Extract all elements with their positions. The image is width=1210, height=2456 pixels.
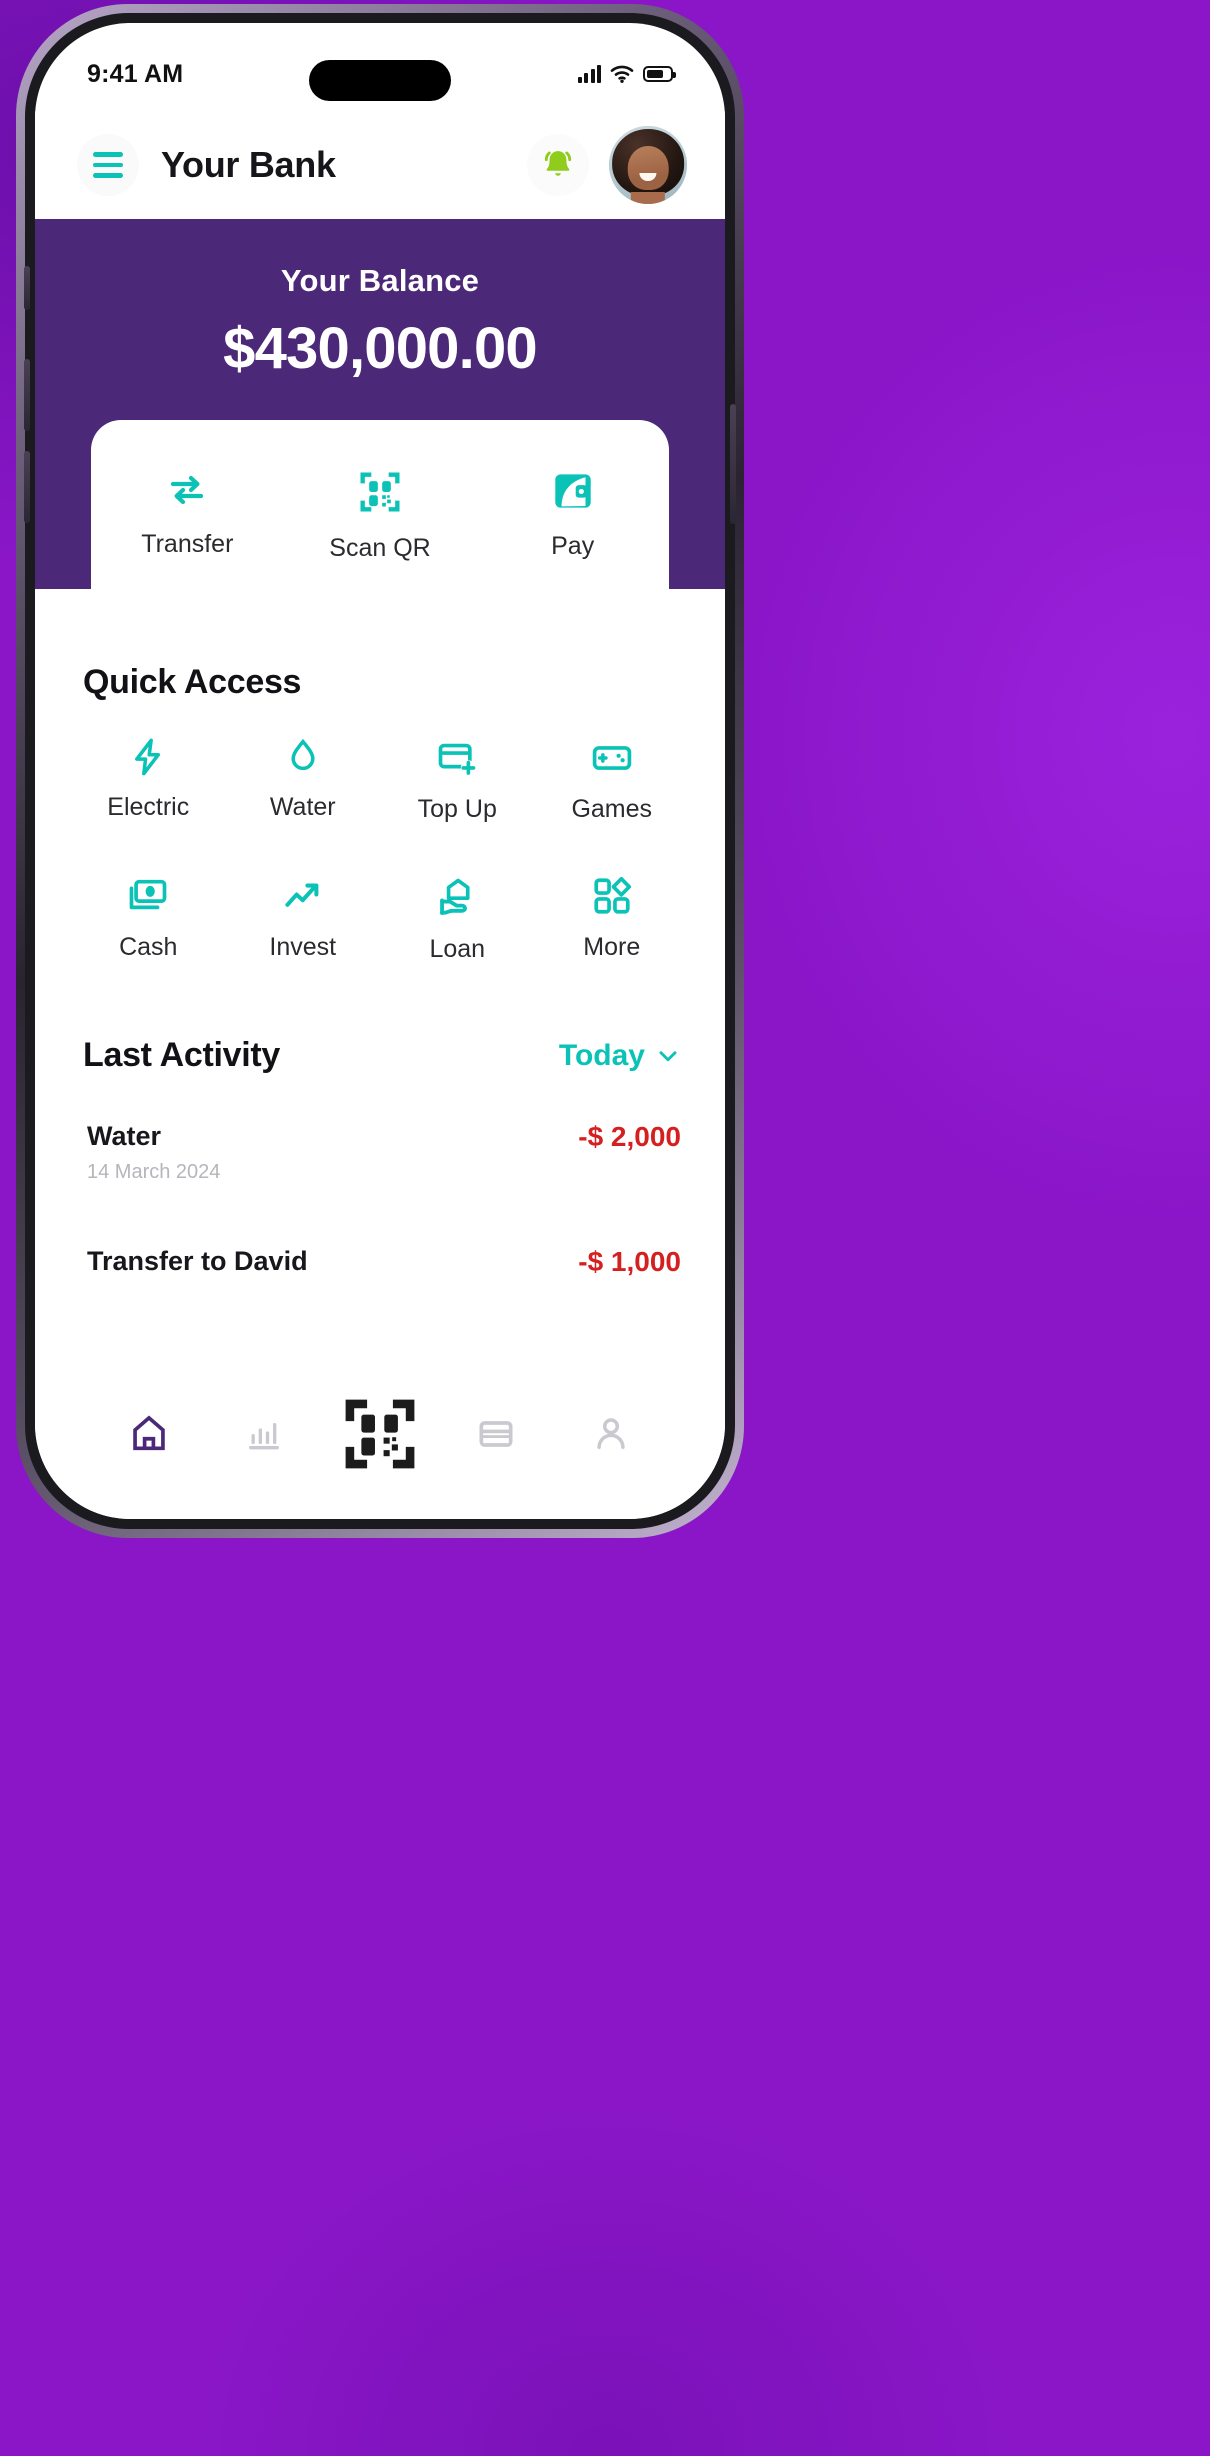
action-label: Transfer <box>141 530 234 558</box>
transaction-amount: -$ 2,000 <box>578 1121 681 1152</box>
transaction-row[interactable]: Water 14 March 2024 -$ 2,000 <box>35 1121 725 1184</box>
action-label: Scan QR <box>329 534 431 562</box>
gamepad-icon <box>592 746 631 770</box>
dynamic-island <box>309 60 451 101</box>
header-actions <box>527 126 687 204</box>
main-content: Quick Access Electric Water Top Up Games… <box>35 589 725 1278</box>
status-bar: 9:41 AM <box>35 23 725 111</box>
profile-icon <box>597 1418 625 1450</box>
balance-amount: $430,000.00 <box>223 316 538 381</box>
quick-access-label: Cash <box>119 933 178 961</box>
lightning-bolt-icon <box>135 738 161 776</box>
water-drop-icon <box>291 738 315 771</box>
card-plus-icon <box>438 743 477 776</box>
quick-access-loan[interactable]: Loan <box>380 874 535 964</box>
action-pay[interactable]: Pay <box>476 466 669 563</box>
home-icon <box>133 1415 165 1451</box>
nav-scan[interactable] <box>322 1391 438 1477</box>
quick-access-cash[interactable]: Cash <box>71 874 226 964</box>
transfer-arrows-icon <box>171 475 204 505</box>
action-label: Pay <box>551 532 595 560</box>
quick-access-label: Water <box>269 793 336 821</box>
app-header: Your Bank <box>35 111 725 219</box>
activity-filter-label: Today <box>558 1038 645 1072</box>
quick-access-label: Loan <box>429 935 486 963</box>
volume-down-button[interactable] <box>24 451 30 523</box>
card-icon <box>479 1421 513 1447</box>
status-indicators <box>577 65 676 83</box>
battery-icon <box>643 66 676 82</box>
activity-filter[interactable]: Today <box>559 1039 681 1073</box>
quick-access-label: Electric <box>107 793 190 821</box>
scroll-fade <box>35 1343 725 1369</box>
transaction-amount: -$ 1,000 <box>578 1246 681 1277</box>
qr-scan-icon <box>345 1399 415 1469</box>
transaction-row[interactable]: Transfer to David -$ 1,000 <box>35 1246 725 1278</box>
last-activity-title: Last Activity <box>83 1036 281 1074</box>
grid-more-icon <box>594 876 631 914</box>
banknote-icon <box>129 879 167 910</box>
nav-profile[interactable] <box>553 1413 669 1455</box>
balance-section: Your Balance $430,000.00 Transfer Scan Q… <box>35 219 725 589</box>
quick-access-more[interactable]: More <box>535 874 690 964</box>
quick-access-title: Quick Access <box>83 663 302 701</box>
quick-access-grid: Electric Water Top Up Games Cash Invest … <box>35 702 725 964</box>
quick-access-label: More <box>583 933 641 961</box>
transaction-name: Water <box>87 1121 162 1151</box>
quick-access-label: Games <box>571 795 653 823</box>
nav-cards[interactable] <box>438 1412 554 1456</box>
quick-access-invest[interactable]: Invest <box>226 874 381 964</box>
quick-access-topup[interactable]: Top Up <box>380 736 535 824</box>
cellular-signal-icon <box>577 65 601 83</box>
phone-screen: 9:41 AM Your Bank Your Balance $430,000.… <box>35 23 725 1519</box>
avatar[interactable] <box>609 126 687 204</box>
action-scan-qr[interactable]: Scan QR <box>284 466 477 563</box>
page-title: Your Bank <box>161 144 336 185</box>
balance-label: Your Balance <box>280 263 480 298</box>
status-time: 9:41 AM <box>87 59 184 88</box>
power-button[interactable] <box>730 404 736 524</box>
quick-access-electric[interactable]: Electric <box>71 736 226 824</box>
quick-access-games[interactable]: Games <box>535 736 690 824</box>
wifi-icon <box>610 65 634 83</box>
trending-up-icon <box>285 883 319 907</box>
nav-statistics[interactable] <box>207 1414 323 1454</box>
chevron-down-icon <box>659 1050 677 1061</box>
notification-button[interactable] <box>527 134 589 196</box>
wallet-pay-icon <box>554 474 591 508</box>
silent-switch[interactable] <box>24 266 30 310</box>
quick-access-label: Invest <box>269 933 337 961</box>
hamburger-menu-icon[interactable] <box>77 134 139 196</box>
house-in-hand-icon <box>440 878 470 916</box>
action-transfer[interactable]: Transfer <box>91 466 284 563</box>
bar-chart-icon <box>249 1423 280 1450</box>
qr-code-icon <box>360 472 400 512</box>
bell-icon <box>544 151 572 176</box>
quick-action-card: Transfer Scan QR Pay <box>91 420 669 589</box>
bottom-navigation <box>35 1369 725 1519</box>
phone-bezel: 9:41 AM Your Bank Your Balance $430,000.… <box>25 13 735 1529</box>
transaction-date: 14 March 2024 <box>87 1161 221 1183</box>
transaction-name: Transfer to David <box>87 1246 308 1276</box>
volume-up-button[interactable] <box>24 359 30 431</box>
quick-access-label: Top Up <box>417 795 497 823</box>
phone-frame: 9:41 AM Your Bank Your Balance $430,000.… <box>16 4 744 1538</box>
last-activity-header: Last Activity Today <box>35 1036 725 1075</box>
quick-access-water[interactable]: Water <box>226 736 381 824</box>
nav-home[interactable] <box>91 1412 207 1456</box>
